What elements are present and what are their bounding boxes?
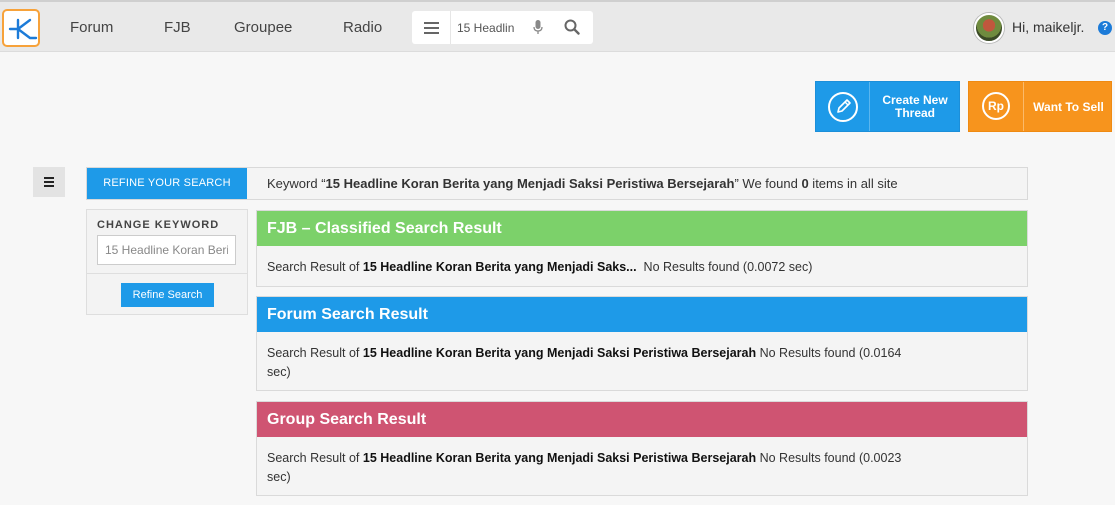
result-count: 0: [801, 176, 809, 191]
avatar[interactable]: [974, 13, 1004, 43]
search-divider: [450, 11, 451, 44]
group-result-body: Search Result of 15 Headline Koran Berit…: [257, 437, 917, 487]
refine-bar: REFINE YOUR SEARCH Keyword “15 Headline …: [86, 167, 1028, 200]
forum-result-body: Search Result of 15 Headline Koran Berit…: [257, 332, 917, 382]
sidebar-toggle-icon[interactable]: [33, 167, 65, 197]
search-input[interactable]: [457, 18, 527, 38]
nav-fjb[interactable]: FJB: [164, 19, 191, 36]
keyword-suffix: ” We found: [734, 176, 802, 191]
pencil-icon-box: [816, 82, 870, 131]
search-menu-icon[interactable]: [412, 11, 450, 44]
create-thread-label: Create New Thread: [882, 93, 948, 120]
refine-search-button[interactable]: Refine Search: [121, 283, 214, 307]
result-prefix: Search Result of: [267, 260, 363, 274]
nav-forum[interactable]: Forum: [70, 19, 113, 36]
group-result-panel: Group Search Result Search Result of 15 …: [256, 401, 1028, 496]
keyword-prefix: Keyword “: [267, 176, 326, 191]
nav-radio[interactable]: Radio: [343, 19, 382, 36]
forum-result-title[interactable]: Forum Search Result: [257, 297, 1027, 332]
result-prefix: Search Result of: [267, 451, 363, 465]
group-result-title[interactable]: Group Search Result: [257, 402, 1027, 437]
user-greeting[interactable]: Hi, maikeljr.: [1012, 19, 1084, 35]
result-prefix: Search Result of: [267, 346, 363, 360]
count-suffix: items in all site: [808, 176, 898, 191]
want-to-sell-label: Want To Sell: [1033, 100, 1104, 114]
keyword-text: 15 Headline Koran Berita yang Menjadi Sa…: [325, 176, 735, 191]
nav-groupee[interactable]: Groupee: [234, 19, 292, 36]
change-keyword-title: CHANGE KEYWORD: [97, 219, 220, 231]
want-to-sell-button[interactable]: Rp Want To Sell: [968, 81, 1112, 132]
fjb-result-body: Search Result of 15 Headline Koran Berit…: [257, 246, 1027, 277]
panel-divider: [87, 273, 247, 274]
change-keyword-panel: CHANGE KEYWORD Refine Search: [86, 209, 248, 315]
create-thread-button[interactable]: Create New Thread: [815, 81, 960, 132]
top-navbar: Forum FJB Groupee Radio Hi, maikeljr. ?: [0, 0, 1115, 52]
result-keyword: 15 Headline Koran Berita yang Menjadi Sa…: [362, 346, 757, 360]
change-keyword-input[interactable]: [97, 235, 236, 265]
fjb-result-title[interactable]: FJB – Classified Search Result: [257, 211, 1027, 246]
result-status: No Results found (0.0072 sec): [636, 260, 813, 274]
microphone-icon[interactable]: [533, 20, 543, 35]
kaskus-logo[interactable]: [2, 9, 40, 47]
pencil-icon: [828, 92, 858, 122]
search-icon[interactable]: [564, 19, 580, 35]
k-logo-icon: [8, 18, 38, 40]
result-keyword: 15 Headline Koran Berita yang Menjadi Sa…: [362, 451, 757, 465]
fjb-result-panel: FJB – Classified Search Result Search Re…: [256, 210, 1028, 287]
refine-search-tab[interactable]: REFINE YOUR SEARCH: [87, 168, 247, 199]
keyword-summary: Keyword “15 Headline Koran Berita yang M…: [267, 176, 898, 191]
forum-result-panel: Forum Search Result Search Result of 15 …: [256, 296, 1028, 391]
result-keyword: 15 Headline Koran Berita yang Menjadi Sa…: [362, 260, 637, 274]
rupiah-icon-box: Rp: [969, 82, 1024, 131]
rupiah-icon: Rp: [982, 92, 1010, 120]
search-box: [412, 11, 593, 44]
help-icon[interactable]: ?: [1098, 21, 1112, 35]
